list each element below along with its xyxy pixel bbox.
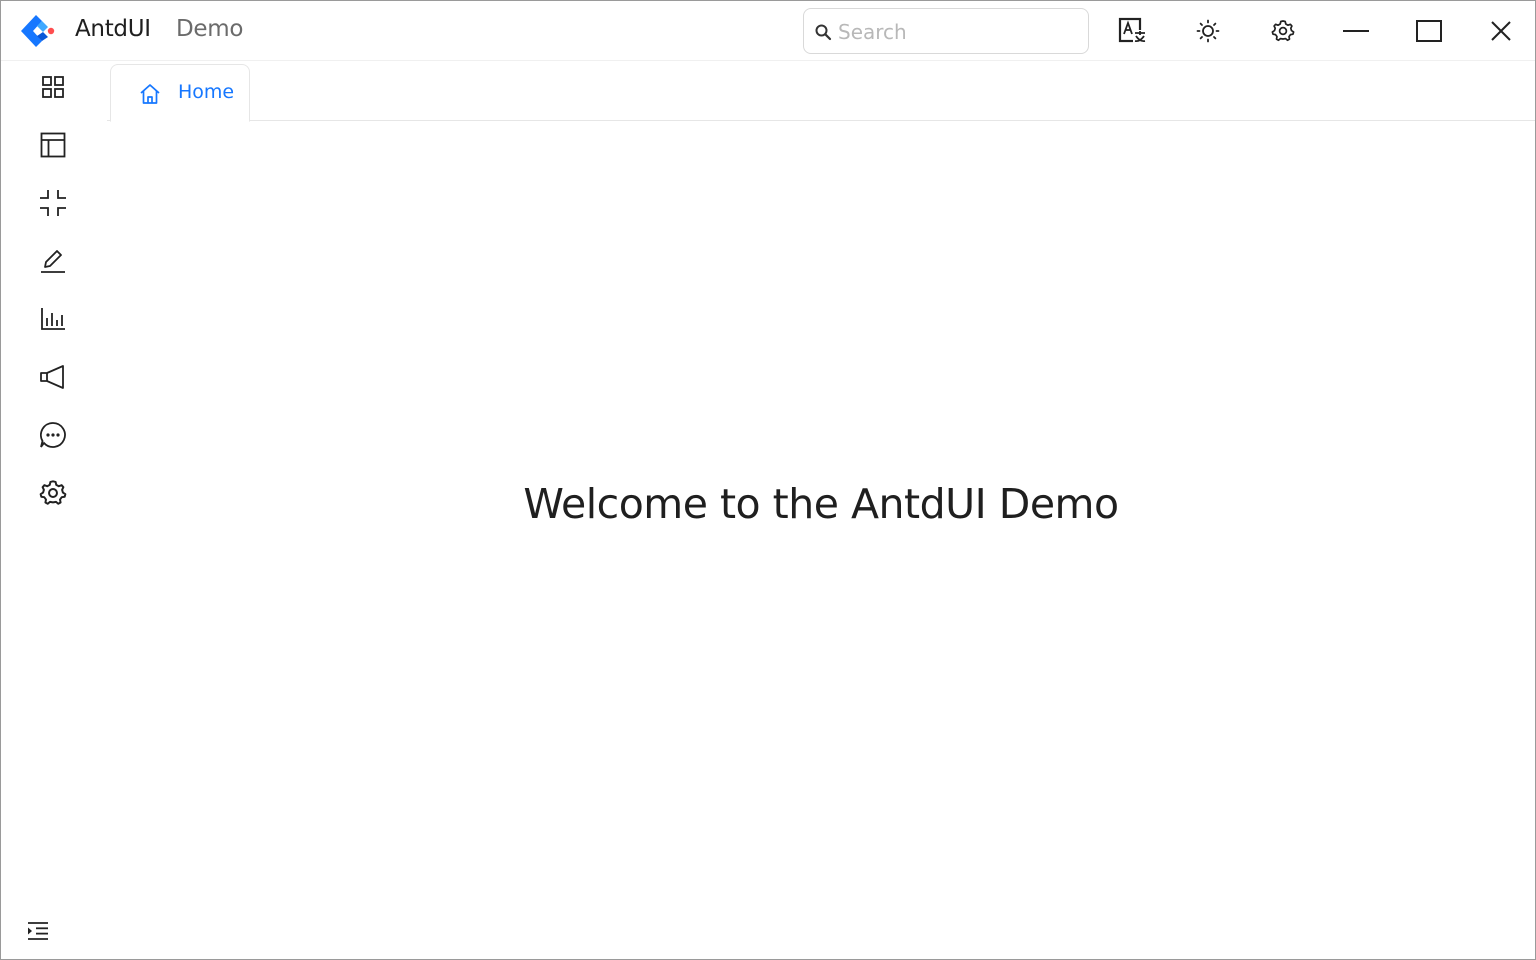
bar-chart-icon	[41, 308, 65, 330]
message-icon	[40, 422, 66, 448]
sidebar-item-settings[interactable]	[23, 469, 83, 517]
gear-icon	[1271, 20, 1295, 42]
sidebar-item-overview[interactable]	[23, 63, 83, 111]
home-icon	[140, 84, 160, 104]
appstore-icon	[42, 76, 64, 98]
edit-icon	[41, 250, 65, 273]
notification-icon	[40, 365, 64, 389]
tab-home[interactable]: Home	[110, 64, 250, 122]
maximize-button[interactable]	[1399, 1, 1459, 61]
sidebar-item-chart[interactable]	[23, 295, 83, 343]
compress-icon	[40, 190, 66, 216]
tab-bar: Home	[107, 61, 1535, 122]
maximize-icon	[1416, 20, 1442, 42]
main-content: Welcome to the AntdUI Demo	[107, 122, 1535, 959]
app-window: AntdUI Demo Search Home Welcome to the A…	[0, 0, 1536, 960]
close-button[interactable]	[1471, 1, 1531, 61]
title-bar: AntdUI Demo	[1, 1, 1535, 61]
translate-button[interactable]	[1103, 1, 1163, 61]
settings-button[interactable]	[1253, 1, 1313, 61]
sun-icon	[1196, 19, 1220, 43]
setting-icon	[39, 480, 67, 505]
layout-icon	[40, 132, 66, 158]
sidebar-collapse-button[interactable]	[19, 915, 57, 947]
sidebar-item-message[interactable]	[23, 411, 83, 459]
sidebar-item-edit[interactable]	[23, 237, 83, 285]
minimize-icon	[1343, 30, 1369, 32]
antdui-logo-icon	[21, 15, 55, 47]
sidebar-item-layout[interactable]	[23, 121, 83, 169]
app-subtitle: Demo	[176, 16, 244, 42]
close-icon	[1491, 21, 1511, 41]
welcome-heading: Welcome to the AntdUI Demo	[523, 480, 1119, 528]
minimize-button[interactable]	[1326, 1, 1386, 61]
search-input[interactable]	[838, 18, 1078, 46]
search-box[interactable]	[803, 8, 1089, 54]
menu-unfold-icon	[28, 922, 48, 940]
translate-icon	[1118, 17, 1146, 43]
search-icon	[815, 24, 832, 41]
theme-toggle-button[interactable]	[1178, 1, 1238, 61]
tab-home-label: Home	[178, 81, 235, 103]
sidebar-item-notification[interactable]	[23, 353, 83, 401]
sidebar-item-compress[interactable]	[23, 179, 83, 227]
sidebar	[1, 61, 105, 959]
app-name: AntdUI	[75, 16, 151, 42]
